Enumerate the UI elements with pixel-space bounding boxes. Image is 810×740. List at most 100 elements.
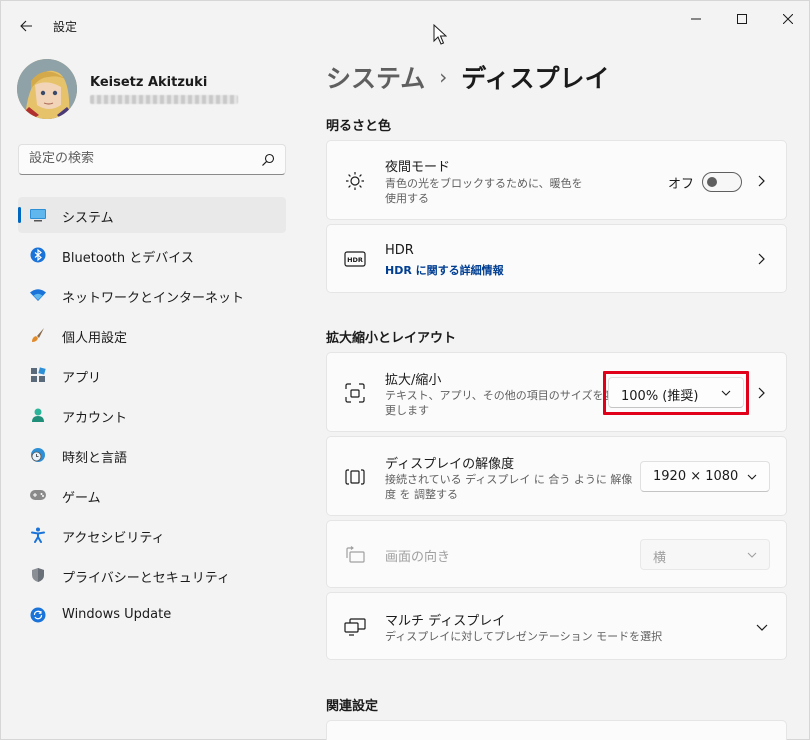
avatar — [17, 59, 77, 119]
hdr-learn-more-link[interactable]: HDR に関する詳細情報 — [385, 262, 504, 278]
sidebar-item-label: 時刻と言語 — [62, 451, 128, 466]
sidebar-item-label: Windows Update — [62, 607, 172, 622]
mouse-cursor-icon — [433, 24, 447, 45]
chevron-right-icon[interactable] — [756, 174, 766, 188]
minimize-icon — [691, 18, 701, 20]
apps-icon — [29, 366, 47, 384]
arrow-left-icon — [20, 20, 32, 32]
sidebar-item-label: アプリ — [62, 371, 102, 386]
svg-text:HDR: HDR — [347, 256, 363, 264]
sidebar-item-label: 個人用設定 — [62, 331, 128, 346]
resolution-icon — [344, 466, 366, 488]
sync-icon — [29, 606, 47, 624]
sidebar-item-bluetooth[interactable]: Bluetooth とデバイス — [18, 237, 286, 273]
bluetooth-icon — [29, 246, 47, 264]
minimize-button[interactable] — [673, 5, 719, 33]
sidebar-item-gaming[interactable]: ゲーム — [18, 477, 286, 513]
sidebar-item-label: プライバシーとセキュリティ — [62, 571, 230, 586]
sidebar-item-accounts[interactable]: アカウント — [18, 397, 286, 433]
sidebar-item-label: アクセシビリティ — [62, 531, 165, 546]
search-icon[interactable] — [261, 153, 275, 167]
page-title: ディスプレイ — [461, 64, 610, 93]
wifi-icon — [29, 286, 47, 304]
breadcrumb-parent[interactable]: システム — [326, 59, 425, 95]
sidebar-item-label: アカウント — [62, 411, 128, 426]
maximize-icon — [737, 14, 747, 24]
section-title-scale-layout: 拡大縮小とレイアウト — [326, 331, 457, 346]
resolution-desc-line2: 度 を 調整する — [385, 488, 458, 501]
clock-globe-icon — [29, 446, 47, 464]
user-email-blurred — [90, 95, 238, 104]
orientation-title: 画面の向き — [385, 550, 451, 565]
sidebar-item-system[interactable]: システム — [18, 197, 286, 233]
title-bar: 設定 — [1, 1, 809, 49]
chevron-down-icon — [747, 552, 757, 558]
orientation-dropdown-value: 横 — [653, 551, 667, 566]
app-title: 設定 — [53, 20, 78, 34]
breadcrumb: システム › ディスプレイ — [326, 59, 610, 95]
sidebar-item-personalization[interactable]: 個人用設定 — [18, 317, 286, 353]
sidebar-item-label: ゲーム — [62, 491, 101, 506]
related-settings-card[interactable] — [326, 720, 787, 740]
sidebar-item-label: システム — [62, 211, 114, 226]
sidebar-item-apps[interactable]: アプリ — [18, 357, 286, 393]
shield-icon — [29, 566, 47, 584]
multi-display-card[interactable]: マルチ ディスプレイ ディスプレイに対してプレゼンテーション モードを選択 — [326, 592, 787, 660]
multi-display-title: マルチ ディスプレイ — [385, 614, 506, 629]
search-input[interactable] — [29, 151, 249, 166]
orientation-dropdown: 横 — [640, 539, 770, 570]
resolution-dropdown[interactable]: 1920 × 1080 — [640, 461, 770, 492]
back-button[interactable] — [13, 13, 39, 39]
section-title-related: 関連設定 — [326, 699, 379, 714]
multi-display-desc: ディスプレイに対してプレゼンテーション モードを選択 — [385, 630, 663, 643]
sidebar-item-network[interactable]: ネットワークとインターネット — [18, 277, 286, 313]
monitor-icon — [29, 206, 47, 224]
chevron-right-icon[interactable] — [756, 252, 766, 266]
night-light-toggle[interactable] — [702, 172, 742, 192]
sidebar-item-label: ネットワークとインターネット — [62, 291, 245, 306]
night-light-card[interactable]: 夜間モード 青色の光をブロックするために、暖色を 使用する オフ — [326, 140, 787, 220]
close-button[interactable] — [765, 5, 810, 33]
chevron-right-icon[interactable] — [756, 386, 766, 400]
resolution-dropdown-value: 1920 × 1080 — [653, 469, 739, 484]
hdr-card[interactable]: HDR HDR HDR に関する詳細情報 — [326, 224, 787, 293]
sidebar-nav: システム Bluetooth とデバイス ネットワークとインターネット 個人用設… — [18, 197, 286, 637]
brightness-icon — [344, 170, 366, 192]
night-light-state-label: オフ — [668, 177, 695, 192]
resolution-desc-line1: 接続されている ディスプレイ に 合う ように 解像 — [385, 473, 633, 486]
brush-icon — [29, 326, 47, 344]
search-box[interactable] — [18, 144, 286, 175]
night-light-title: 夜間モード — [385, 160, 451, 175]
multi-display-icon — [344, 616, 366, 638]
night-light-desc-line1: 青色の光をブロックするために、暖色を — [385, 177, 583, 190]
orientation-card: 画面の向き 横 — [326, 520, 787, 588]
resolution-title: ディスプレイの解像度 — [385, 457, 515, 472]
scale-icon — [344, 382, 366, 404]
hdr-title: HDR — [385, 243, 414, 258]
chevron-down-icon[interactable] — [756, 622, 768, 632]
chevron-down-icon — [747, 474, 757, 480]
scale-title: 拡大/縮小 — [385, 373, 442, 388]
red-highlight-annotation — [603, 371, 749, 415]
resolution-card[interactable]: ディスプレイの解像度 接続されている ディスプレイ に 合う ように 解像 度 … — [326, 436, 787, 516]
sidebar-item-accessibility[interactable]: アクセシビリティ — [18, 517, 286, 553]
sidebar-item-time-language[interactable]: 時刻と言語 — [18, 437, 286, 473]
gamepad-icon — [29, 486, 47, 504]
settings-window: 設定 Keisetz Akitzuki 設定の検索 システム Bluetooth… — [0, 0, 810, 740]
maximize-button[interactable] — [719, 5, 765, 33]
hdr-icon: HDR — [344, 248, 366, 270]
scale-desc-line1: テキスト、アプリ、その他の項目のサイズを変 — [385, 389, 615, 402]
avatar-portrait-icon — [17, 59, 77, 119]
scale-desc-line2: 更します — [385, 404, 429, 417]
close-icon — [783, 14, 793, 24]
sidebar-item-label: Bluetooth とデバイス — [62, 251, 194, 266]
user-name: Keisetz Akitzuki — [90, 75, 208, 90]
user-profile[interactable]: Keisetz Akitzuki — [17, 57, 297, 121]
orientation-icon — [344, 544, 366, 566]
sidebar-item-privacy-security[interactable]: プライバシーとセキュリティ — [18, 557, 286, 593]
person-icon — [29, 406, 47, 424]
sidebar-item-windows-update[interactable]: Windows Update — [18, 597, 286, 633]
breadcrumb-separator: › — [439, 65, 448, 89]
night-light-desc-line2: 使用する — [385, 192, 429, 205]
section-title-brightness: 明るさと色 — [326, 119, 392, 134]
